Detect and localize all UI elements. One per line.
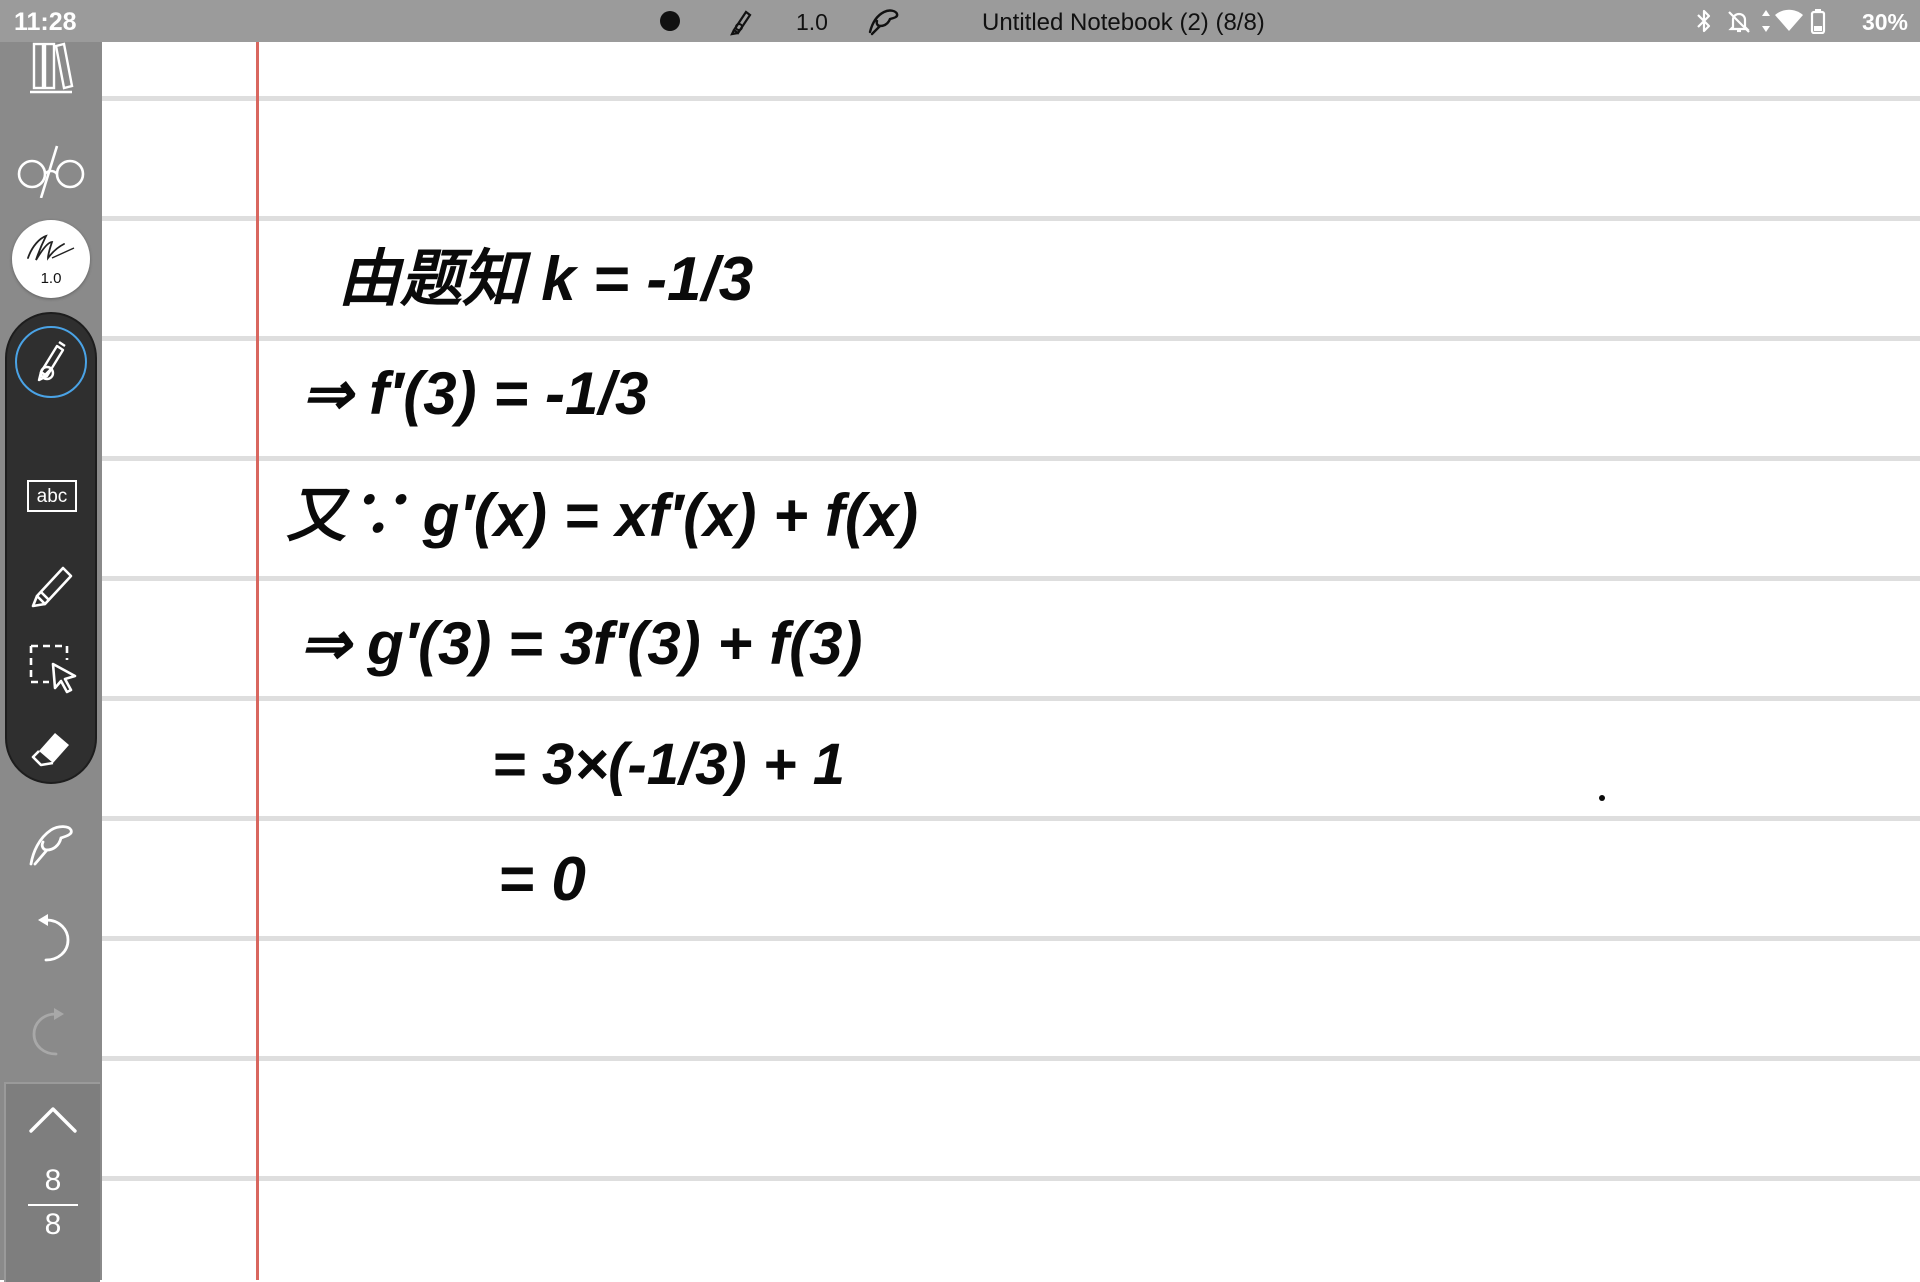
lasso-select-icon	[29, 644, 77, 694]
reading-mode-button[interactable]	[0, 136, 102, 206]
pen-width-value[interactable]: 1.0	[796, 9, 828, 36]
current-page-number[interactable]: 8	[6, 1164, 100, 1198]
status-bar: 11:28 1.0 Untitled Notebook (2) (8/8) 30…	[0, 0, 1920, 42]
clock: 11:28	[14, 8, 77, 36]
handwriting-line: ⇒ g′(3) = 3f′(3) + f(3)	[300, 610, 862, 677]
bluetooth-icon	[1697, 9, 1711, 33]
battery-percentage: 30%	[1861, 9, 1908, 35]
pen-preset-button[interactable]: 1.0	[12, 220, 90, 298]
data-arrows-icon	[1762, 10, 1770, 32]
page-number-divider	[28, 1204, 78, 1206]
handwriting-line: = 0	[498, 845, 586, 914]
eraser-tool-button[interactable]	[2, 720, 104, 776]
glasses-icon	[17, 145, 85, 198]
left-toolbar: 1.0 abc 8 8	[0, 42, 102, 1282]
redo-icon	[32, 1008, 64, 1056]
touch-gesture-button[interactable]	[0, 812, 102, 876]
total-page-count: 8	[44, 1208, 62, 1241]
mute-icon	[1728, 11, 1750, 33]
pen-type-icon[interactable]	[726, 6, 756, 36]
touch-mode-icon[interactable]	[866, 6, 902, 36]
page-up-button[interactable]	[2, 1092, 104, 1146]
library-button[interactable]	[0, 42, 102, 96]
handwriting-layer: 由题知 k = -1/3 ⇒ f′(3) = -1/3 又∵ g′(x) = x…	[286, 245, 1605, 914]
handwriting-line: 又∵ g′(x) = xf′(x) + f(x)	[286, 482, 918, 549]
handwriting-line: ⇒ f′(3) = -1/3	[302, 360, 648, 427]
notebook-title: Untitled Notebook (2) (8/8)	[982, 9, 1265, 36]
text-tool-button[interactable]: abc	[27, 480, 77, 512]
highlighter-icon	[31, 566, 73, 608]
pen-preset-width: 1.0	[40, 270, 62, 287]
eraser-icon	[31, 733, 69, 767]
system-status-group: 30%	[1688, 0, 1908, 42]
pen-status-group: 1.0 Untitled Notebook (2) (8/8)	[640, 0, 1320, 42]
pen-color-indicator[interactable]	[660, 11, 680, 31]
redo-button[interactable]	[0, 1002, 102, 1066]
page-navigator: 8 8	[4, 1082, 100, 1282]
highlighter-tool-button[interactable]	[2, 554, 104, 614]
wifi-icon	[1775, 9, 1803, 31]
touch-gesture-icon	[29, 825, 73, 866]
handwriting-line: 由题知 k = -1/3	[338, 245, 753, 314]
notebook-page-canvas[interactable]: 由题知 k = -1/3 ⇒ f′(3) = -1/3 又∵ g′(x) = x…	[102, 42, 1920, 1280]
pen-tool-button[interactable]	[15, 326, 87, 398]
handwriting-line: = 3×(-1/3) + 1	[492, 732, 845, 797]
library-icon	[30, 42, 74, 94]
lasso-select-button[interactable]	[2, 638, 104, 698]
undo-icon	[38, 914, 70, 962]
chevron-up-icon	[29, 1107, 77, 1133]
pen-icon	[37, 341, 66, 382]
undo-button[interactable]	[0, 908, 102, 972]
battery-icon	[1810, 9, 1826, 34]
ink-dot	[1599, 795, 1605, 801]
drawing-tools-group: abc	[5, 312, 97, 784]
